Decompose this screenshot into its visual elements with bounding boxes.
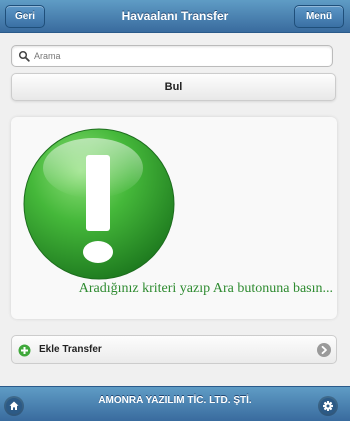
gear-icon bbox=[320, 398, 336, 414]
search-box[interactable] bbox=[11, 45, 333, 67]
search-input[interactable] bbox=[34, 47, 324, 65]
footer-title: AMONRA YAZILIM TİC. LTD. ŞTİ. bbox=[98, 395, 252, 406]
message-text: Aradığınız kriteri yazıp Ara butonuna ba… bbox=[78, 281, 333, 296]
exclamation-icon bbox=[23, 128, 175, 280]
header-bar: Geri Havaalanı Transfer Menü bbox=[0, 0, 350, 33]
footer-bar: AMONRA YAZILIM TİC. LTD. ŞTİ. bbox=[0, 386, 350, 421]
plus-circle-icon bbox=[18, 344, 31, 357]
chevron-right-icon bbox=[317, 343, 331, 357]
search-icon bbox=[18, 50, 30, 62]
message-panel: Aradığınız kriteri yazıp Ara butonuna ba… bbox=[11, 117, 337, 319]
add-transfer-item[interactable]: Ekle Transfer bbox=[11, 335, 337, 364]
settings-button[interactable] bbox=[318, 396, 338, 416]
add-transfer-label: Ekle Transfer bbox=[39, 344, 102, 355]
search-button[interactable]: Bul bbox=[11, 73, 336, 101]
menu-button[interactable]: Menü bbox=[294, 5, 344, 28]
